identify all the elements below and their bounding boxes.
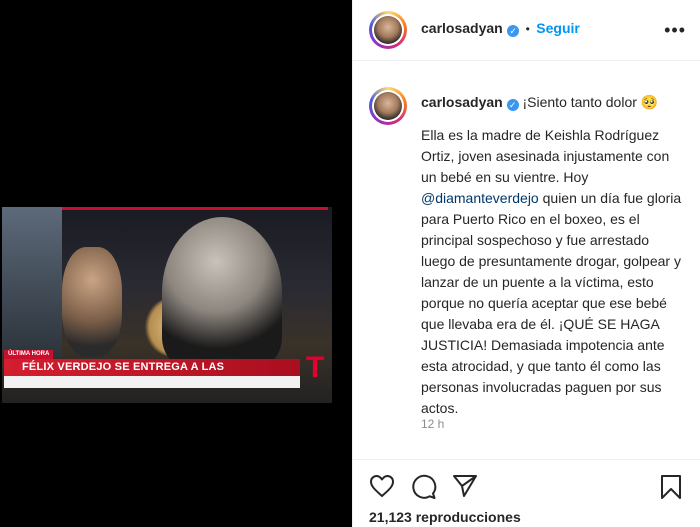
video-scene-person <box>62 247 122 357</box>
avatar-image <box>374 16 402 44</box>
more-options-icon[interactable]: ••• <box>664 20 686 41</box>
heart-icon[interactable] <box>369 474 395 503</box>
view-count[interactable]: 21,123 reproducciones <box>369 509 521 525</box>
caption-avatar[interactable] <box>369 87 407 125</box>
emoji-icon: 🥺 <box>640 94 659 110</box>
video-frame[interactable]: ÚLTIMA HORA FÉLIX VERDEJO SE ENTREGA A L… <box>2 207 332 403</box>
breaking-news-label: ÚLTIMA HORA <box>4 350 54 359</box>
share-icon[interactable] <box>452 474 478 503</box>
bookmark-icon[interactable] <box>660 474 682 505</box>
post-timestamp[interactable]: 12 h <box>421 417 444 431</box>
video-scene-person <box>162 217 282 367</box>
post-header: carlosadyan ✓ • Seguir ••• <box>353 0 700 61</box>
caption-username[interactable]: carlosadyan <box>421 94 503 110</box>
follow-button[interactable]: Seguir <box>536 20 580 36</box>
action-bar: 21,123 reproducciones <box>353 459 700 527</box>
caption-text-part: quien un día fue gloria para Puerto Rico… <box>421 190 686 416</box>
verified-badge-icon: ✓ <box>506 99 519 111</box>
verified-badge-icon: ✓ <box>507 25 520 37</box>
caption-text: Ella es la madre de Keishla Rodríguez Or… <box>421 125 687 419</box>
caption-first-line: ¡Siento tanto dolor <box>522 94 637 110</box>
news-headline: FÉLIX VERDEJO SE ENTREGA A LAS AUTORIDAD… <box>4 359 300 390</box>
media-pane[interactable]: ÚLTIMA HORA FÉLIX VERDEJO SE ENTREGA A L… <box>0 0 352 527</box>
separator-dot: • <box>525 22 530 36</box>
avatar-image <box>374 92 402 120</box>
caption-area: carlosadyan ✓ ¡Siento tanto dolor 🥺 Ella… <box>353 61 700 459</box>
avatar[interactable] <box>369 11 407 49</box>
video-scene-person <box>2 207 62 357</box>
caption-text-part: Ella es la madre de Keishla Rodríguez Or… <box>421 127 674 185</box>
telemundo-logo: T <box>305 351 325 384</box>
header-username[interactable]: carlosadyan <box>421 20 503 36</box>
news-ticker <box>4 376 300 388</box>
mention-link[interactable]: @diamanteverdejo <box>421 190 539 206</box>
comment-icon[interactable] <box>411 474 437 505</box>
caption-head: carlosadyan ✓ ¡Siento tanto dolor 🥺 <box>421 94 658 111</box>
